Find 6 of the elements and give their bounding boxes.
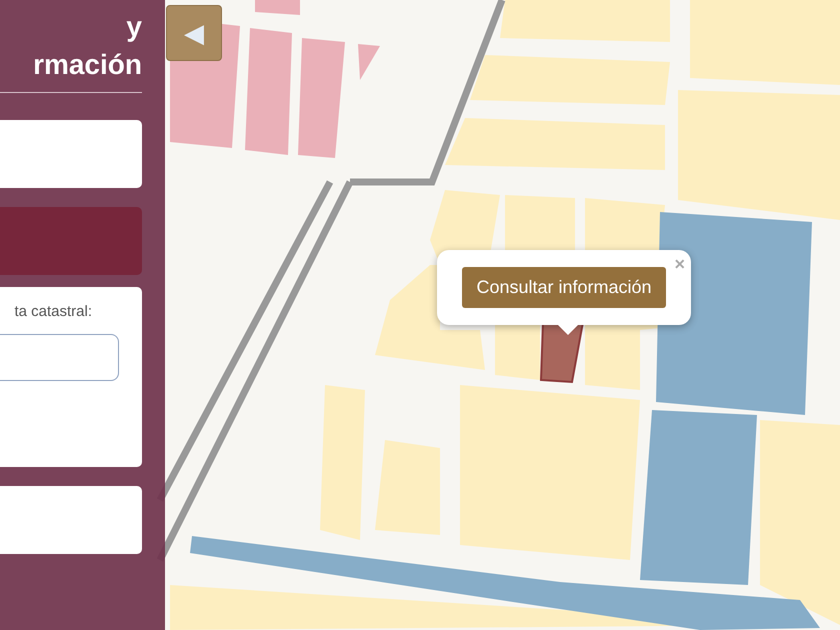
close-button[interactable]: × (672, 252, 687, 277)
input-field[interactable] (0, 334, 119, 381)
panel-title: y rmación (32, 10, 142, 82)
field-label: ta catastral: (14, 303, 92, 320)
consult-button[interactable]: Consultar información (462, 267, 666, 308)
collapse-button[interactable]: ◀ (166, 5, 222, 61)
